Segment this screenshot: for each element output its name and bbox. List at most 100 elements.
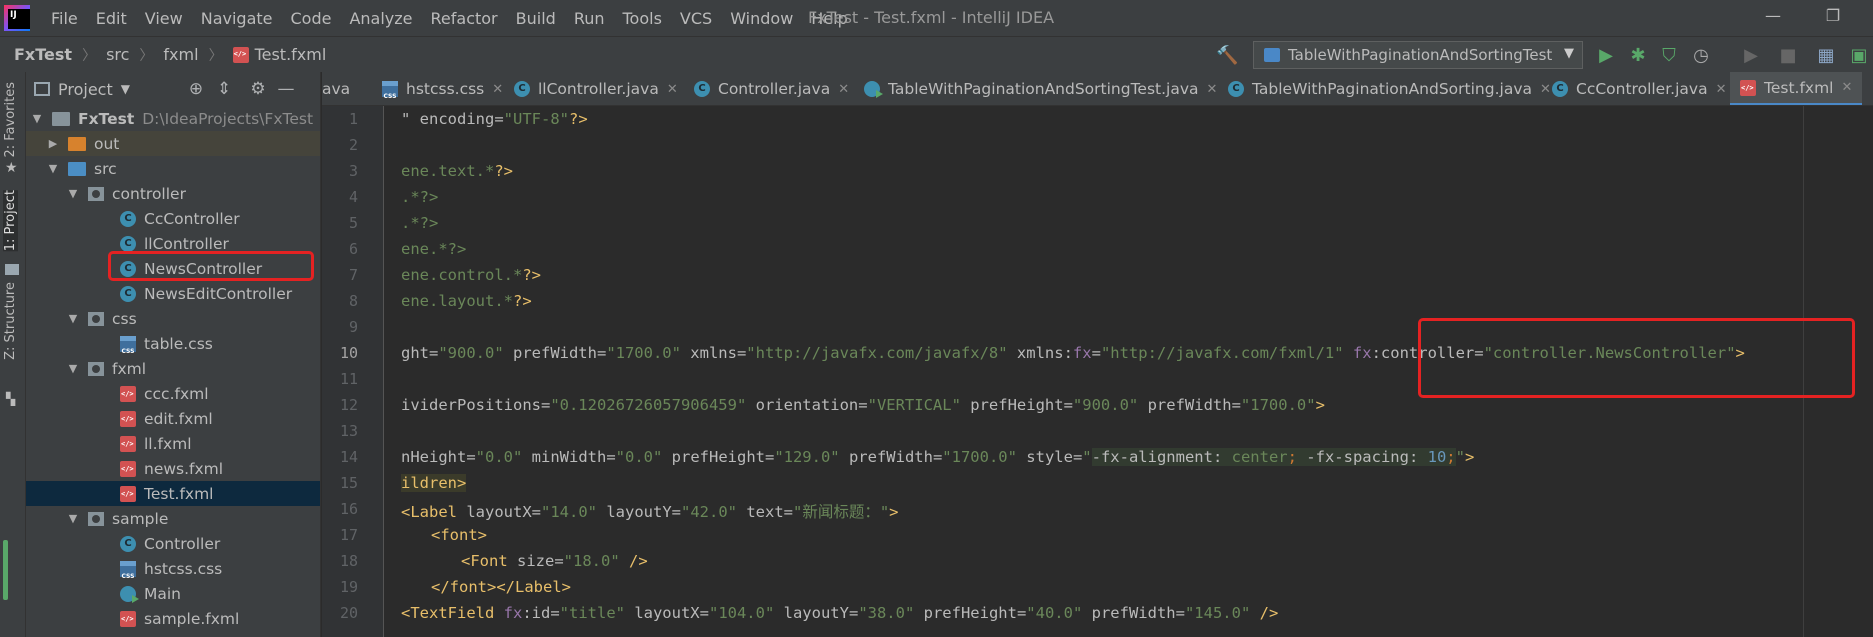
tree-item-label: Main <box>144 584 182 603</box>
close-icon[interactable]: ✕ <box>1842 80 1853 95</box>
tree-item-sample-fxml[interactable]: sample.fxml <box>26 606 320 631</box>
class-icon <box>120 210 136 227</box>
tab-hstcss-css[interactable]: hstcss.css ✕ <box>382 72 503 105</box>
expanded-arrow-icon[interactable]: ▼ <box>66 362 80 375</box>
tree-item-edit-fxml[interactable]: edit.fxml <box>26 406 320 431</box>
tree-item-out[interactable]: ▶ out <box>26 131 320 156</box>
close-icon[interactable]: ✕ <box>1716 82 1727 97</box>
tree-item-src[interactable]: ▼ src <box>26 156 320 181</box>
gear-icon[interactable]: ⚙ <box>248 79 268 99</box>
close-icon[interactable]: ✕ <box>1540 82 1551 97</box>
tree-item-fxtest[interactable]: ▼ FxTest D:\IdeaProjects\FxTest <box>26 106 320 131</box>
class-icon <box>1228 81 1244 97</box>
tree-item-news-fxml[interactable]: news.fxml <box>26 456 320 481</box>
collapsed-arrow-icon[interactable]: ▶ <box>46 137 60 150</box>
tab-ava[interactable]: ava <box>322 72 374 105</box>
menu-view[interactable]: View <box>136 9 192 28</box>
run-icon[interactable]: ▶ <box>1595 45 1617 67</box>
profile-icon[interactable]: ◷ <box>1690 45 1712 67</box>
menu-window[interactable]: Window <box>721 9 802 28</box>
structure-tool-tab[interactable]: Z: Structure <box>3 282 18 360</box>
expanded-arrow-icon[interactable]: ▼ <box>30 112 44 125</box>
tab-tablewithpaginationandsortingtest[interactable]: TableWithPaginationAndSortingTest.java ✕ <box>864 72 1218 105</box>
menu-tools[interactable]: Tools <box>614 9 671 28</box>
editor-tab-bar: ava hstcss.css ✕ llController.java ✕ Con… <box>322 72 1873 106</box>
class-icon <box>1552 81 1568 97</box>
expanded-arrow-icon[interactable]: ▼ <box>66 512 80 525</box>
breadcrumb-fxml[interactable]: fxml <box>153 45 202 64</box>
project-panel-title[interactable]: Project <box>58 80 113 99</box>
menu-navigate[interactable]: Navigate <box>192 9 282 28</box>
project-tool-tab[interactable]: 1: Project <box>3 190 18 252</box>
tree-item-ccc-fxml[interactable]: ccc.fxml <box>26 381 320 406</box>
code-line-3: ene.text.*?> <box>401 162 513 180</box>
tab-llcontroller[interactable]: llController.java ✕ <box>514 72 678 105</box>
tab-cccontroller[interactable]: CcController.java ✕ <box>1552 72 1727 105</box>
menu-file[interactable]: File <box>42 9 87 28</box>
tree-item-test-fxml[interactable]: Test.fxml <box>26 481 320 506</box>
tree-item-main[interactable]: Main <box>26 581 320 606</box>
collapse-all-icon[interactable]: ⇕ <box>214 79 234 99</box>
intellij-logo-icon <box>4 5 30 31</box>
tree-item-css[interactable]: ▼ css <box>26 306 320 331</box>
line-number: 4 <box>348 188 358 206</box>
tree-item-ll-fxml[interactable]: ll.fxml <box>26 431 320 456</box>
tree-item-cccontroller[interactable]: CcController <box>26 206 320 231</box>
hide-panel-icon[interactable]: — <box>276 79 296 99</box>
tree-item-fxml[interactable]: ▼ fxml <box>26 356 320 381</box>
run-configuration-select[interactable]: TableWithPaginationAndSortingTest ▼ <box>1253 41 1583 69</box>
tab-controller[interactable]: Controller.java ✕ <box>694 72 849 105</box>
tree-item-sample[interactable]: ▼ sample <box>26 506 320 531</box>
breadcrumb-src[interactable]: src <box>96 45 133 64</box>
tab-label: ava <box>322 80 351 98</box>
tab-test-fxml[interactable]: Test.fxml ✕ <box>1730 72 1863 105</box>
restore-button[interactable]: ❐ <box>1818 6 1848 30</box>
locate-icon[interactable]: ⊕ <box>186 79 206 99</box>
debug-icon[interactable]: ✱ <box>1627 45 1649 67</box>
menu-vcs[interactable]: VCS <box>671 9 721 28</box>
breadcrumb-project[interactable]: FxTest <box>0 45 76 64</box>
minimize-button[interactable]: — <box>1758 6 1788 30</box>
class-icon <box>120 235 136 252</box>
tree-item-controller-class[interactable]: Controller <box>26 531 320 556</box>
expanded-arrow-icon[interactable]: ▼ <box>66 312 80 325</box>
structure-icon: ▚ <box>6 392 16 406</box>
menu-analyze[interactable]: Analyze <box>340 9 421 28</box>
tree-item-controller[interactable]: ▼ controller <box>26 181 320 206</box>
stop-icon[interactable]: ■ <box>1777 45 1799 67</box>
build-hammer-icon[interactable]: 🔨 <box>1216 45 1238 67</box>
menu-refactor[interactable]: Refactor <box>422 9 507 28</box>
menu-edit[interactable]: Edit <box>87 9 136 28</box>
code-line-16: <Label layoutX="14.0" layoutY="42.0" tex… <box>401 503 899 521</box>
breadcrumb-separator-icon: 〉 <box>208 47 223 64</box>
tree-item-newseditcontroller[interactable]: NewsEditController <box>26 281 320 306</box>
menu-run[interactable]: Run <box>565 9 614 28</box>
expanded-arrow-icon[interactable]: ▼ <box>46 162 60 175</box>
close-icon[interactable]: ✕ <box>667 82 678 97</box>
tree-item-hstcss-css[interactable]: hstcss.css <box>26 556 320 581</box>
tree-item-table-css[interactable]: table.css <box>26 331 320 356</box>
resume-icon[interactable]: ▶ <box>1740 45 1762 67</box>
line-number: 8 <box>348 292 358 310</box>
tab-label: TableWithPaginationAndSorting.java <box>1252 80 1532 98</box>
package-icon <box>88 186 104 201</box>
tree-item-label: css <box>112 309 137 328</box>
line-number: 3 <box>348 162 358 180</box>
breadcrumb-file[interactable]: Test.fxml <box>223 45 331 64</box>
star-icon: ★ <box>5 160 18 176</box>
chevron-down-icon[interactable]: ▼ <box>121 82 130 96</box>
package-icon <box>88 311 104 326</box>
project-structure-icon[interactable]: ▦ <box>1815 45 1837 67</box>
class-icon <box>514 81 530 97</box>
close-icon[interactable]: ✕ <box>838 82 849 97</box>
coverage-icon[interactable]: ⛉ <box>1658 45 1680 67</box>
close-icon[interactable]: ✕ <box>1207 82 1218 97</box>
menu-code[interactable]: Code <box>282 9 341 28</box>
menu-build[interactable]: Build <box>507 9 565 28</box>
favorites-tool-tab[interactable]: 2: Favorites <box>3 82 18 158</box>
tab-tablewithpaginationandsorting[interactable]: TableWithPaginationAndSorting.java ✕ <box>1228 72 1551 105</box>
sdk-icon[interactable]: ▣ <box>1848 45 1870 67</box>
expanded-arrow-icon[interactable]: ▼ <box>66 187 80 200</box>
close-icon[interactable]: ✕ <box>492 82 503 97</box>
scrollbar-thumb[interactable] <box>3 540 8 600</box>
